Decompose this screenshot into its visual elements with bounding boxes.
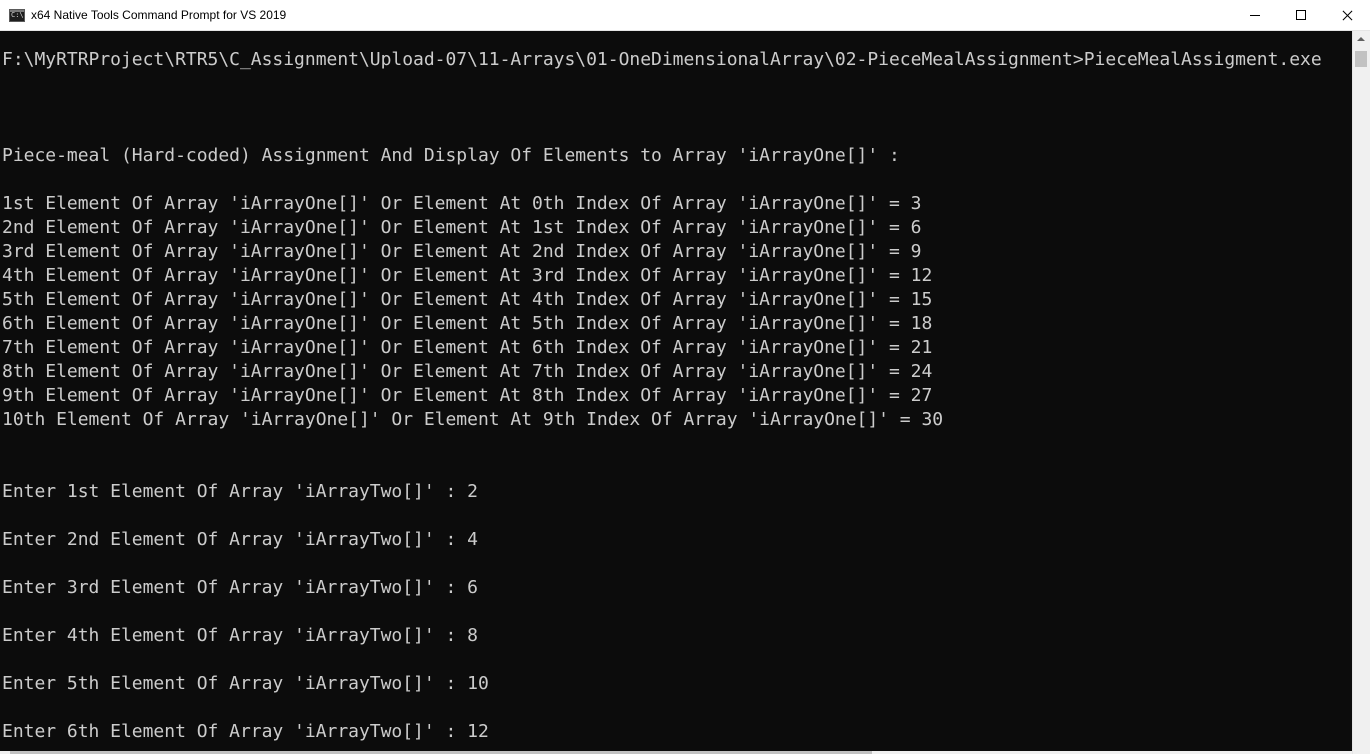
console-line: 6th Element Of Array 'iArrayOne[]' Or El…: [2, 313, 933, 334]
cmd-icon[interactable]: C:\.: [9, 9, 25, 22]
title-bar[interactable]: C:\. x64 Native Tools Command Prompt for…: [0, 0, 1370, 31]
console-line: 2nd Element Of Array 'iArrayOne[]' Or El…: [2, 217, 922, 238]
scrollbar-thumb[interactable]: [1355, 51, 1367, 67]
console-line: Enter 2nd Element Of Array 'iArrayTwo[]'…: [2, 529, 478, 550]
console-line: F:\MyRTRProject\RTR5\C_Assignment\Upload…: [2, 49, 1322, 70]
vertical-scrollbar[interactable]: [1352, 31, 1370, 754]
console-line: Enter 5th Element Of Array 'iArrayTwo[]'…: [2, 673, 489, 694]
console-line: Enter 1st Element Of Array 'iArrayTwo[]'…: [2, 481, 478, 502]
console-line: 10th Element Of Array 'iArrayOne[]' Or E…: [2, 409, 944, 430]
console-line: Enter 6th Element Of Array 'iArrayTwo[]'…: [2, 721, 489, 742]
console-line: 9th Element Of Array 'iArrayOne[]' Or El…: [2, 385, 933, 406]
command-prompt-window: C:\. x64 Native Tools Command Prompt for…: [0, 0, 1370, 754]
minimize-icon: [1250, 15, 1260, 16]
console-line: 4th Element Of Array 'iArrayOne[]' Or El…: [2, 265, 933, 286]
console-line: Piece-meal (Hard-coded) Assignment And D…: [2, 145, 900, 166]
console-line: 3rd Element Of Array 'iArrayOne[]' Or El…: [2, 241, 922, 262]
maximize-icon: [1296, 10, 1306, 20]
minimize-button[interactable]: [1232, 0, 1278, 31]
scroll-up-button[interactable]: [1353, 31, 1370, 48]
console-output[interactable]: F:\MyRTRProject\RTR5\C_Assignment\Upload…: [0, 31, 1352, 754]
console-line: 8th Element Of Array 'iArrayOne[]' Or El…: [2, 361, 933, 382]
console-line: Enter 4th Element Of Array 'iArrayTwo[]'…: [2, 625, 478, 646]
window-title: x64 Native Tools Command Prompt for VS 2…: [31, 8, 287, 22]
console-line: 1st Element Of Array 'iArrayOne[]' Or El…: [2, 193, 922, 214]
console-line: Enter 3rd Element Of Array 'iArrayTwo[]'…: [2, 577, 478, 598]
console-line: 7th Element Of Array 'iArrayOne[]' Or El…: [2, 337, 933, 358]
cmd-icon-label: C:\.: [11, 11, 24, 19]
scroll-up-arrow-icon: [1357, 37, 1365, 41]
maximize-button[interactable]: [1278, 0, 1324, 31]
console-line: 5th Element Of Array 'iArrayOne[]' Or El…: [2, 289, 933, 310]
close-button[interactable]: [1324, 0, 1370, 31]
